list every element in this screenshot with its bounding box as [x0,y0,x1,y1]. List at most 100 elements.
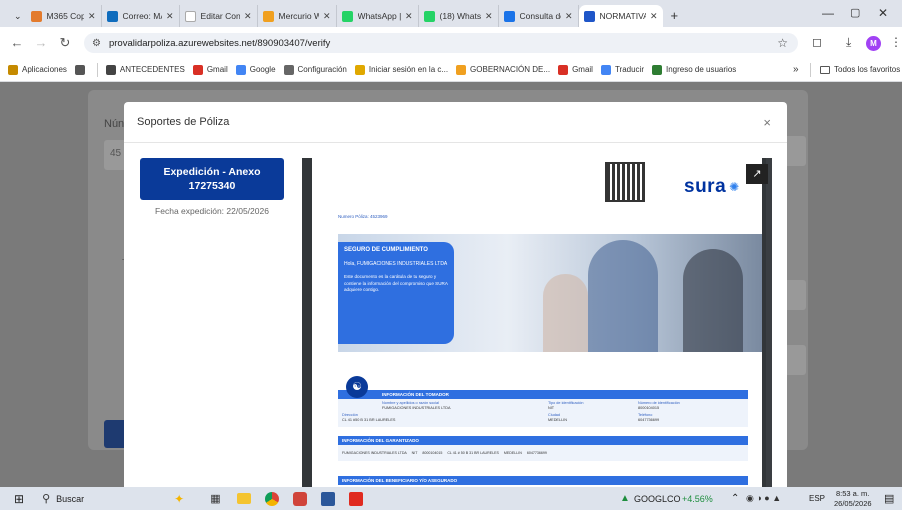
tray-icons[interactable]: ◉ ◑ ● ▲ [746,493,781,504]
bookmark-10[interactable]: Ingreso de usuarios [652,64,736,75]
reload-button[interactable]: ↻ [58,35,72,51]
stock-change: +4.56% [682,493,713,504]
clock-date[interactable]: 26/05/2026 [834,499,872,508]
downloads-icon[interactable]: ⤓ [846,35,851,50]
tab-list-button[interactable]: ⌄ [14,11,22,22]
ciudad: MEDELLIN [548,418,567,422]
open-external-icon[interactable]: ↗ [746,164,768,184]
start-button[interactable]: ⊞ [14,492,24,506]
tab-title: Mercurio W [278,11,319,21]
back-button[interactable]: ← [10,35,24,50]
tab-favicon-icon [184,10,196,22]
minimize-button[interactable]: — [822,6,834,20]
tab-0[interactable]: M365 Copilo ✕ [26,5,102,27]
banner-greeting: Hola, FUMIGACIONES INDUSTRIALES LTDA [344,261,448,267]
tab-close-icon[interactable]: ✕ [323,11,331,22]
tab-favicon-icon [262,10,274,22]
tab-close-icon[interactable]: ✕ [485,11,493,22]
widgets-icon[interactable]: ✦ [174,492,184,506]
all-bookmarks-folder[interactable]: Todos los favoritos [820,65,900,74]
taskbar-search-label[interactable]: Buscar [56,494,84,504]
chrome-icon[interactable] [264,491,279,506]
close-window-button[interactable]: ✕ [878,6,888,20]
tray-chevron-icon[interactable]: ⌃ [731,493,739,504]
clock-time[interactable]: 8:53 a. m. [836,489,869,498]
bookmark-favicon-icon [652,64,662,75]
file-explorer-icon[interactable] [236,493,251,504]
num-id-label: Número de identificación [638,401,680,405]
word-icon[interactable] [320,491,335,506]
tab-favicon-icon [583,10,595,22]
bookmark-4[interactable]: Google [235,64,276,75]
person-shape-2 [543,274,588,352]
tab-6[interactable]: Consulta de ✕ [499,5,579,27]
bookmark-5[interactable]: Configuración [283,64,347,75]
forward-button[interactable]: → [34,35,48,50]
tab-title: Editar Contr [200,11,240,21]
task-view-icon[interactable]: ▦ [210,492,220,505]
more-bookmarks-button[interactable]: » [793,64,799,75]
tab-close-icon[interactable]: ✕ [650,11,658,22]
bookmark-favicon-icon [8,64,18,75]
bookmark-star-icon[interactable]: ☆ [777,36,788,50]
qr-code [605,162,645,202]
stock-name[interactable]: GOOGLCO [634,494,681,504]
maximize-button[interactable]: ▢ [850,6,860,19]
tab-1[interactable]: Correo: MAR ✕ [102,5,180,27]
bookmark-label: Aplicaciones [22,65,67,74]
browser-menu-icon[interactable]: ⋮ [890,35,902,49]
site-info-icon[interactable]: ⚙ [92,38,101,49]
bookmark-7[interactable]: GOBERNACIÓN DE... [456,64,550,75]
tab-close-icon[interactable]: ✕ [565,11,573,22]
address-bar[interactable]: ⚙ provalidarpoliza.azurewebsites.net/890… [84,33,798,53]
bookmark-9[interactable]: Traducir [600,64,644,75]
tab-close-icon[interactable]: ✕ [88,11,96,22]
tab-3[interactable]: Mercurio W ✕ [258,5,337,27]
tab-title: M365 Copilo [46,11,84,21]
tab-7[interactable]: NORMATIVA ✕ [578,5,663,27]
url-text: provalidarpoliza.azurewebsites.net/89090… [108,37,331,49]
bookmark-0[interactable]: Aplicaciones [8,64,67,75]
extensions-icon[interactable]: ◻ [812,35,822,49]
photos-icon[interactable] [292,491,307,506]
notifications-icon[interactable]: ▤ [884,492,894,505]
tab-close-icon[interactable]: ✕ [166,11,174,22]
bg-label-num: Nún [104,118,125,130]
tab-close-icon[interactable]: ✕ [405,11,413,22]
bookmark-label: ANTECEDENTES [119,65,185,74]
bookmark-favicon-icon [192,64,203,75]
tab-title: WhatsApp | [357,11,401,21]
tab-close-icon[interactable]: ✕ [244,11,252,22]
pdf-app-icon[interactable] [348,491,363,506]
language-indicator[interactable]: ESP [809,494,825,503]
bookmark-6[interactable]: Iniciar sesión en la c... [354,64,448,75]
tipo-id-label: Tipo de identificación [548,401,584,405]
bookmark-3[interactable]: Gmail [192,64,228,75]
bookmark-8[interactable]: Gmail [558,64,593,75]
tipo-id: NIT [548,406,555,410]
bookmark-2[interactable]: ANTECEDENTES [96,62,185,77]
expedition-annex-button[interactable]: Expedición - Anexo 17275340 [140,158,284,200]
tab-5[interactable]: (18) WhatsA ✕ [419,5,499,27]
sura-logo: sura ✺ [684,176,739,198]
pdf-viewer[interactable]: sura ✺ Numero Póliza: 4523969 SEGURO DE … [302,158,772,487]
bookmark-favicon-icon [354,64,365,75]
modal-title: Soportes de Póliza [137,116,230,128]
new-tab-button[interactable]: + [671,8,679,23]
taskbar: ⊞ ⚲ Buscar ✦ ▦ ▲ GOOGLCO +4.56% ⌃ ◉ ◑ ● … [0,487,902,510]
tab-favicon-icon [30,10,42,22]
tomador-header: INFORMACIÓN DEL TOMADOR [338,390,748,399]
tab-4[interactable]: WhatsApp | ✕ [337,5,419,27]
tab-favicon-icon [503,10,515,22]
brand-text: sura [684,176,727,197]
bookmark-1[interactable] [74,64,89,75]
modal-close-button[interactable]: × [763,115,771,130]
search-icon[interactable]: ⚲ [42,492,50,505]
tab-title: Consulta de [519,11,561,21]
beneficiario-header: INFORMACIÓN DEL BENEFICIARIO Y/O ASEGURA… [338,476,748,485]
pdf-page: sura ✺ Numero Póliza: 4523969 SEGURO DE … [312,158,762,487]
profile-avatar[interactable]: M [866,36,881,51]
telefono-label: Teléfono [638,413,653,417]
tab-2[interactable]: Editar Contr ✕ [180,5,258,27]
pdf-scrollbar[interactable] [766,158,772,487]
